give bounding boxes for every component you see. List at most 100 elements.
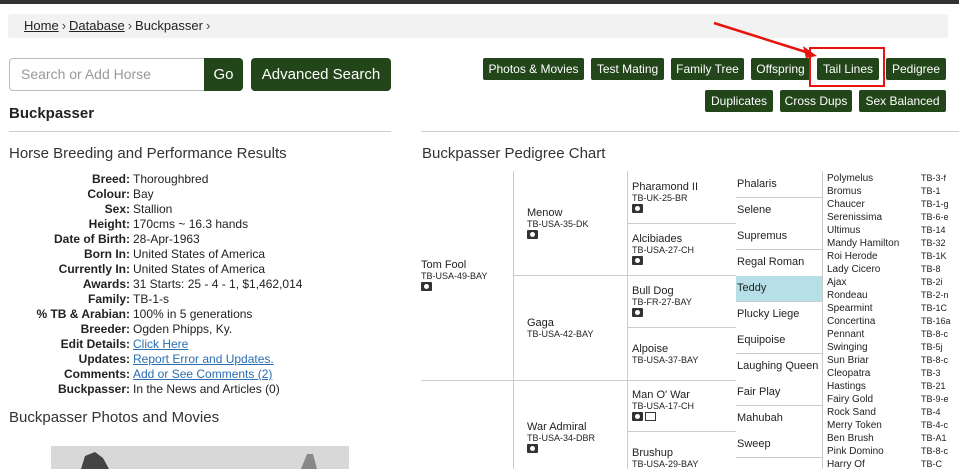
- pedigree-g5[interactable]: Chaucer: [827, 198, 865, 211]
- duplicates-button[interactable]: Duplicates: [705, 90, 773, 112]
- pedigree-g5[interactable]: Rock Sand: [827, 406, 876, 419]
- pedigree-button[interactable]: Pedigree: [886, 58, 946, 80]
- pedigree-g5[interactable]: Pink Domino: [827, 445, 884, 458]
- pedigree-g5[interactable]: Cleopatra: [827, 367, 870, 380]
- pedigree-g5[interactable]: Harry Of: [827, 458, 865, 471]
- pedigree-g4[interactable]: Laughing Queen: [736, 354, 823, 379]
- pedigree-g3-3[interactable]: Bull Dog TB-FR-27-BAY: [632, 285, 692, 320]
- pedigree-g2-2[interactable]: Gaga TB-USA-42-BAY: [527, 317, 593, 339]
- pedigree-g5[interactable]: Ultimus: [827, 224, 860, 237]
- pedigree-g5[interactable]: Roi Herode: [827, 250, 878, 263]
- pedigree-g5[interactable]: Fairy Gold: [827, 393, 873, 406]
- edit-details-link[interactable]: Click Here: [133, 337, 188, 352]
- breadcrumb-separator: ›: [61, 18, 67, 33]
- pedigree-g5[interactable]: Merry Token: [827, 419, 882, 432]
- comments-link[interactable]: Add or See Comments (2): [133, 367, 272, 382]
- horse-photo[interactable]: [51, 446, 349, 469]
- pedigree-g4[interactable]: Fair Play: [736, 380, 823, 405]
- pedigree-section-title: Buckpasser Pedigree Chart: [422, 145, 606, 162]
- pedigree-horse-name[interactable]: Alcibiades: [632, 233, 694, 245]
- pedigree-horse-name[interactable]: Bull Dog: [632, 285, 692, 297]
- camera-icon[interactable]: [527, 444, 538, 453]
- pedigree-g5-code: TB-1K: [921, 251, 947, 261]
- pedigree-g5[interactable]: Ben Brush: [827, 432, 874, 445]
- info-value: TB-1-s: [133, 292, 169, 306]
- info-row-currently-in: Currently In: United States of America: [0, 262, 400, 277]
- pedigree-g4-highlighted[interactable]: Teddy: [736, 276, 823, 301]
- search-input[interactable]: Search or Add Horse: [9, 58, 205, 91]
- pedigree-line: [736, 405, 822, 406]
- camera-icon[interactable]: [632, 412, 643, 421]
- breadcrumb-separator: ›: [127, 18, 133, 33]
- pedigree-horse-name[interactable]: Gaga: [527, 317, 593, 329]
- pedigree-g5[interactable]: Rondeau: [827, 289, 868, 302]
- pedigree-g5-code: TB-8-c: [921, 329, 948, 339]
- pedigree-g4[interactable]: Supremus: [736, 224, 823, 249]
- breadcrumb-home-link[interactable]: Home: [24, 18, 59, 33]
- film-icon[interactable]: [645, 412, 656, 421]
- pedigree-horse-name[interactable]: Pharamond II: [632, 181, 698, 193]
- photos-movies-button[interactable]: Photos & Movies: [483, 58, 584, 80]
- pedigree-g5[interactable]: Ajax: [827, 276, 846, 289]
- pedigree-g4[interactable]: Selene: [736, 198, 823, 223]
- advanced-search-button[interactable]: Advanced Search: [251, 58, 391, 91]
- pedigree-g4[interactable]: Phalaris: [736, 172, 823, 197]
- pedigree-g2-3[interactable]: War Admiral TB-USA-34-DBR: [527, 421, 595, 456]
- pedigree-g3-6[interactable]: Brushup TB-USA-29-BAY: [632, 447, 698, 469]
- cross-dups-button[interactable]: Cross Dups: [780, 90, 852, 112]
- pedigree-g4[interactable]: Regal Roman: [736, 250, 823, 275]
- pedigree-g3-4[interactable]: Alpoise TB-USA-37-BAY: [632, 343, 698, 365]
- pedigree-g5[interactable]: Polymelus: [827, 172, 873, 185]
- pedigree-line: [736, 457, 822, 458]
- pedigree-g5[interactable]: Bromus: [827, 185, 861, 198]
- pedigree-g5[interactable]: Hastings: [827, 380, 866, 393]
- camera-icon[interactable]: [421, 282, 432, 291]
- pedigree-g4[interactable]: Mahubah: [736, 406, 823, 431]
- pedigree-reg: TB-USA-17-CH: [632, 401, 695, 411]
- breadcrumb-database-link[interactable]: Database: [69, 18, 125, 33]
- pedigree-reg: TB-USA-49-BAY: [421, 271, 488, 281]
- test-mating-button[interactable]: Test Mating: [591, 58, 664, 80]
- pedigree-reg: TB-USA-34-DBR: [527, 433, 596, 443]
- pedigree-g5-code: TB-8: [921, 264, 941, 274]
- pedigree-g5[interactable]: Mandy Hamilton: [827, 237, 899, 250]
- pedigree-horse-name[interactable]: Menow: [527, 207, 589, 219]
- info-row-breed: Breed: Thoroughbred: [0, 172, 400, 187]
- pedigree-g5-code: TB-4: [921, 407, 941, 417]
- pedigree-g5[interactable]: Sun Briar: [827, 354, 869, 367]
- pedigree-sire[interactable]: Tom Fool TB-USA-49-BAY: [421, 259, 487, 294]
- pedigree-line: [736, 249, 822, 250]
- pedigree-horse-name[interactable]: Tom Fool: [421, 259, 487, 271]
- pedigree-g4[interactable]: Equipoise: [736, 328, 823, 353]
- pedigree-g3-5[interactable]: Man O' War TB-USA-17-CH: [632, 389, 694, 424]
- camera-icon[interactable]: [632, 308, 643, 317]
- pedigree-g2-1[interactable]: Menow TB-USA-35-DK: [527, 207, 589, 242]
- camera-icon[interactable]: [632, 204, 643, 213]
- report-error-link[interactable]: Report Error and Updates.: [133, 352, 274, 367]
- info-value: 100% in 5 generations: [133, 307, 253, 321]
- pedigree-g5[interactable]: Concertina: [827, 315, 875, 328]
- camera-icon[interactable]: [632, 256, 643, 265]
- pedigree-reg: TB-USA-35-DK: [527, 219, 589, 229]
- info-value: Bay: [133, 187, 154, 201]
- camera-icon[interactable]: [527, 230, 538, 239]
- info-label: Height:: [88, 217, 130, 231]
- pedigree-horse-name[interactable]: Alpoise: [632, 343, 698, 355]
- pedigree-horse-name[interactable]: Brushup: [632, 447, 698, 459]
- pedigree-g5[interactable]: Swinging: [827, 341, 868, 354]
- pedigree-reg: TB-UK-25-BR: [632, 193, 688, 203]
- pedigree-g5[interactable]: Lady Cicero: [827, 263, 880, 276]
- pedigree-horse-name[interactable]: Man O' War: [632, 389, 694, 401]
- pedigree-g4[interactable]: Plucky Liege: [736, 302, 823, 327]
- pedigree-g5[interactable]: Serenissima: [827, 211, 882, 224]
- pedigree-g5[interactable]: Pennant: [827, 328, 864, 341]
- pedigree-g4[interactable]: Sweep: [736, 432, 823, 457]
- pedigree-g3-1[interactable]: Pharamond II TB-UK-25-BR: [632, 181, 698, 216]
- pedigree-g3-2[interactable]: Alcibiades TB-USA-27-CH: [632, 233, 694, 268]
- sex-balanced-button[interactable]: Sex Balanced: [859, 90, 946, 112]
- pedigree-horse-name[interactable]: War Admiral: [527, 421, 595, 433]
- info-label: Currently In:: [58, 262, 130, 276]
- go-button[interactable]: Go: [204, 58, 243, 91]
- pedigree-line: [627, 327, 736, 328]
- pedigree-g5[interactable]: Spearmint: [827, 302, 873, 315]
